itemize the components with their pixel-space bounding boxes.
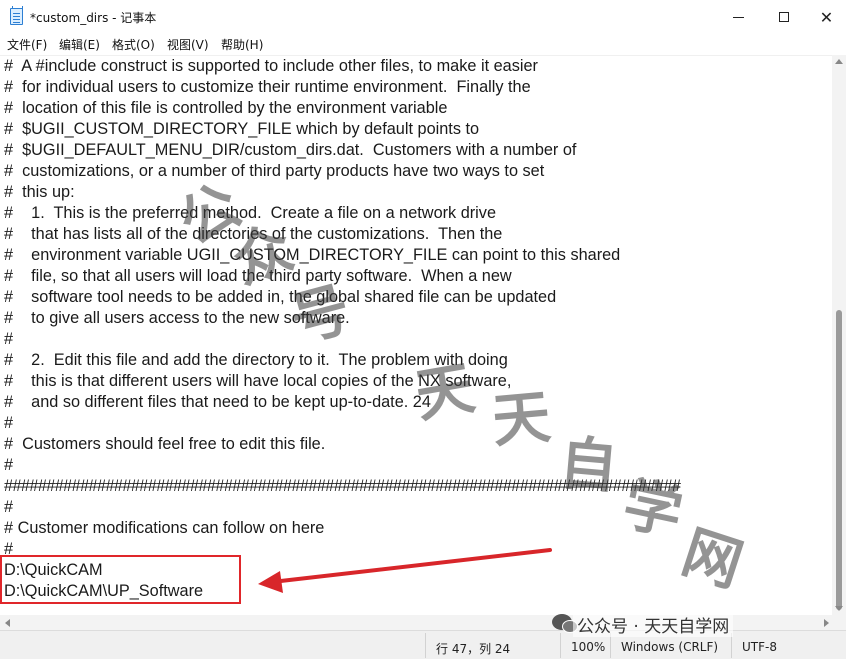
scroll-thumb[interactable] — [836, 310, 842, 610]
text-line: # to give all users access to the new so… — [4, 309, 350, 327]
menu-view[interactable]: 视图(V) — [167, 36, 209, 53]
text-line: # — [4, 414, 14, 432]
notepad-icon — [10, 6, 23, 25]
text-line: # for individual users to customize thei… — [4, 78, 531, 96]
maximize-icon — [779, 12, 789, 22]
text-line: # 2. Edit this file and add the director… — [4, 351, 508, 369]
cursor-position: 行 47，列 24 — [436, 642, 511, 656]
vertical-scrollbar[interactable] — [832, 55, 846, 615]
text-line: # that has lists all of the directories … — [4, 225, 503, 243]
annotation-arrow-icon — [258, 548, 552, 593]
text-editor[interactable]: # A #include construct is supported to i… — [0, 55, 832, 615]
text-line: ########################################… — [4, 477, 681, 495]
zoom-level: 100% — [571, 640, 606, 654]
scroll-left-icon[interactable] — [5, 619, 10, 627]
text-line: # software tool needs to be added in, th… — [4, 288, 557, 306]
encoding: UTF-8 — [742, 640, 777, 654]
status-divider — [425, 633, 426, 658]
maximize-button[interactable] — [761, 0, 807, 34]
line-ending: Windows (CRLF) — [621, 640, 719, 654]
minimize-button[interactable] — [715, 0, 761, 34]
text-line: # and so different files that need to be… — [4, 393, 431, 411]
text-line: # Customers should feel free to edit thi… — [4, 435, 326, 453]
text-line: # — [4, 330, 14, 348]
title-bar: *custom_dirs - 记事本 ✕ — [0, 0, 846, 34]
text-line: # $UGII_CUSTOM_DIRECTORY_FILE which by d… — [4, 120, 480, 138]
text-line: # $UGII_DEFAULT_MENU_DIR/custom_dirs.dat… — [4, 141, 577, 159]
scroll-right-icon[interactable] — [824, 619, 829, 627]
scroll-down-icon[interactable] — [835, 606, 843, 611]
text-line: # — [4, 498, 14, 516]
wechat-icon — [552, 614, 578, 633]
menu-edit[interactable]: 编辑(E) — [59, 36, 100, 53]
text-line: # this up: — [4, 183, 75, 201]
menu-bar: 文件(F) 编辑(E) 格式(O) 视图(V) 帮助(H) — [0, 34, 846, 54]
text-line: # this is that different users will have… — [4, 372, 512, 390]
text-line: # 1. This is the preferred method. Creat… — [4, 204, 496, 222]
status-divider — [560, 633, 561, 658]
menu-format[interactable]: 格式(O) — [112, 36, 155, 53]
text-line: # Customer modifications can follow on h… — [4, 519, 325, 537]
text-line: # environment variable UGII_CUSTOM_DIREC… — [4, 246, 621, 264]
window-title: *custom_dirs - 记事本 — [30, 11, 157, 25]
scroll-up-icon[interactable] — [835, 59, 843, 64]
menu-help[interactable]: 帮助(H) — [221, 36, 263, 53]
text-line: # location of this file is controlled by… — [4, 99, 448, 117]
close-button[interactable]: ✕ — [807, 0, 846, 34]
watermark-footer: 公众号 · 天天自学网 — [573, 612, 734, 637]
text-line: # customizations, or a number of third p… — [4, 162, 545, 180]
menu-file[interactable]: 文件(F) — [7, 36, 47, 53]
minimize-icon — [732, 16, 744, 18]
text-line: # A #include construct is supported to i… — [4, 57, 538, 75]
close-icon: ✕ — [819, 7, 834, 27]
text-line: # file, so that all users will load the … — [4, 267, 512, 285]
highlight-box — [0, 555, 241, 604]
text-line: # — [4, 456, 14, 474]
